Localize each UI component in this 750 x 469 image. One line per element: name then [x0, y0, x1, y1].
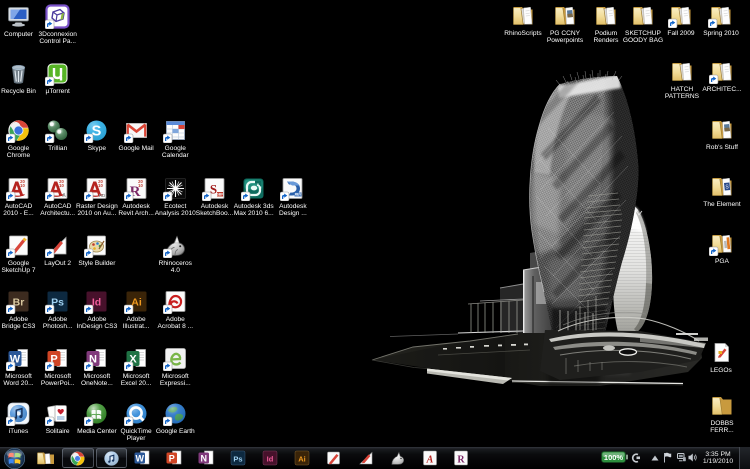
svg-text:SBP: SBP — [217, 193, 225, 197]
svg-text:P: P — [169, 454, 175, 464]
svg-text:W: W — [135, 454, 144, 464]
svg-text:Ps: Ps — [233, 455, 242, 464]
svg-text:10: 10 — [59, 183, 64, 188]
svg-text:A: A — [426, 455, 434, 466]
svg-text:N: N — [200, 454, 207, 464]
svg-text:REV: REV — [295, 193, 302, 197]
svg-text:Ai: Ai — [298, 455, 306, 464]
svg-text:10: 10 — [20, 183, 25, 188]
svg-text:Id: Id — [267, 455, 274, 464]
svg-text:RD: RD — [99, 193, 106, 198]
svg-text:R: R — [457, 455, 465, 466]
svg-text:100%: 100% — [604, 453, 624, 462]
svg-text:10: 10 — [99, 183, 104, 188]
svg-text:A: A — [62, 193, 66, 199]
